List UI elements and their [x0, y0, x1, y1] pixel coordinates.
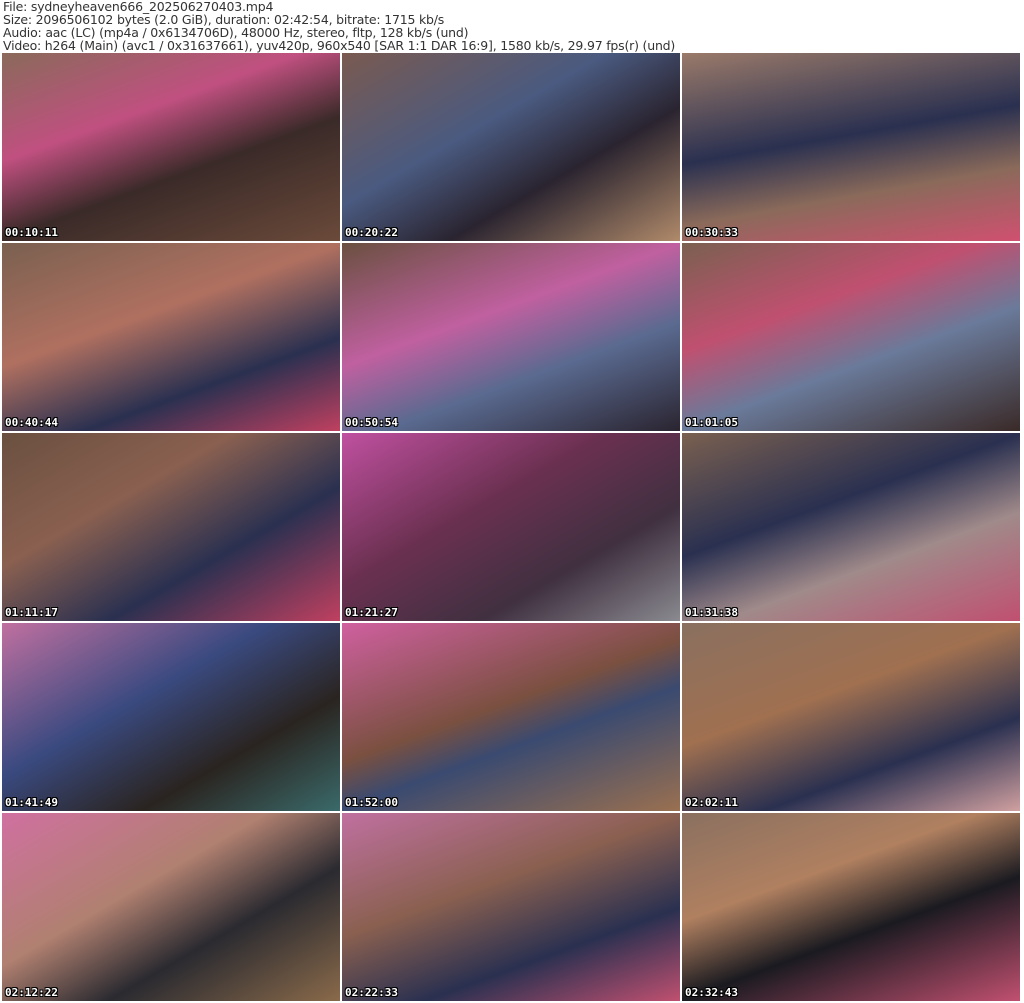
thumbnail-timestamp: 00:50:54 [345, 416, 398, 429]
video-thumbnail: 02:02:11 [682, 623, 1020, 811]
thumbnail-timestamp: 01:41:49 [5, 796, 58, 809]
video-thumbnail: 00:50:54 [342, 243, 680, 431]
video-thumbnail: 01:11:17 [2, 433, 340, 621]
video-info: Video: h264 (Main) (avc1 / 0x31637661), … [3, 38, 676, 53]
video-thumbnail: 00:10:11 [2, 53, 340, 241]
video-thumbnail: 02:32:43 [682, 813, 1020, 1001]
thumbnail-timestamp: 02:12:22 [5, 986, 58, 999]
thumbnail-timestamp: 00:20:22 [345, 226, 398, 239]
video-thumbnail: 01:52:00 [342, 623, 680, 811]
thumbnail-timestamp: 00:30:33 [685, 226, 738, 239]
thumbnail-timestamp: 00:40:44 [5, 416, 58, 429]
thumbnail-timestamp: 02:32:43 [685, 986, 738, 999]
video-thumbnail: 00:30:33 [682, 53, 1020, 241]
video-thumbnail: 01:31:38 [682, 433, 1020, 621]
thumbnail-timestamp: 01:52:00 [345, 796, 398, 809]
thumbnail-timestamp: 01:31:38 [685, 606, 738, 619]
video-thumbnail: 02:22:33 [342, 813, 680, 1001]
video-thumbnail: 02:12:22 [2, 813, 340, 1001]
thumbnail-timestamp: 00:10:11 [5, 226, 58, 239]
thumbnail-timestamp: 02:02:11 [685, 796, 738, 809]
thumbnail-grid: 00:10:11 00:20:22 00:30:33 00:40:44 00:50:54… [2, 53, 1020, 1001]
file-info-header: File: sydneyheaven666_202506270403.mp4 S… [3, 0, 675, 52]
video-thumbnail: 00:20:22 [342, 53, 680, 241]
video-thumbnail: 00:40:44 [2, 243, 340, 431]
video-thumbnail: 01:01:05 [682, 243, 1020, 431]
thumbnail-timestamp: 01:01:05 [685, 416, 738, 429]
thumbnail-timestamp: 01:21:27 [345, 606, 398, 619]
thumbnail-timestamp: 01:11:17 [5, 606, 58, 619]
thumbnail-timestamp: 02:22:33 [345, 986, 398, 999]
video-thumbnail: 01:21:27 [342, 433, 680, 621]
video-thumbnail: 01:41:49 [2, 623, 340, 811]
